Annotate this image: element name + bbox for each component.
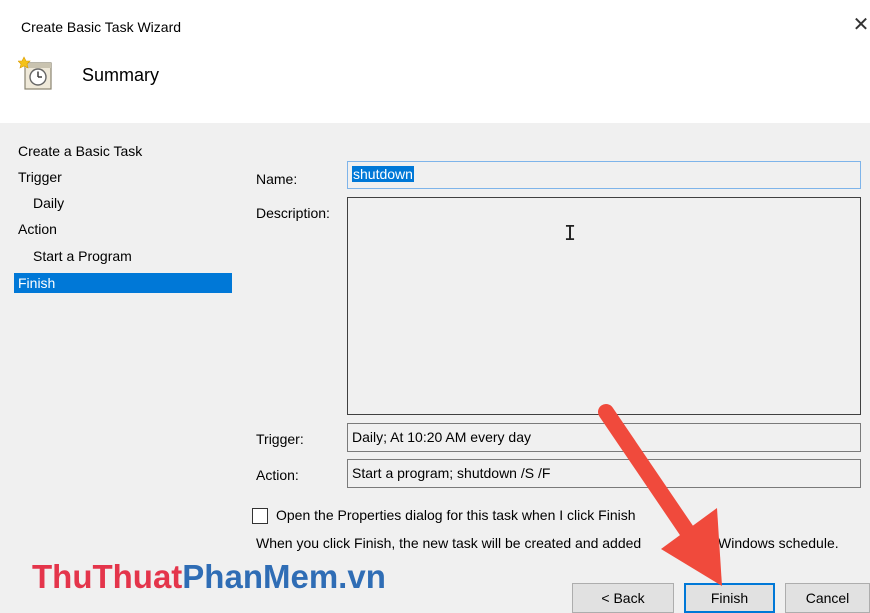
watermark-part2: PhanMem xyxy=(182,558,339,595)
name-field[interactable]: shutdown xyxy=(347,161,861,189)
finish-info-text: When you click Finish, the new task will… xyxy=(256,535,642,551)
open-properties-checkbox[interactable] xyxy=(252,508,268,524)
step-start-a-program[interactable]: Start a Program xyxy=(33,246,132,266)
page-title: Summary xyxy=(82,65,160,85)
step-daily[interactable]: Daily xyxy=(33,193,64,213)
header-separator xyxy=(0,123,870,140)
watermark-part3: .vn xyxy=(338,558,386,595)
description-field[interactable] xyxy=(347,197,861,415)
step-trigger[interactable]: Trigger xyxy=(18,167,62,187)
name-label: Name: xyxy=(256,171,298,187)
watermark-logo: ThuThuatPhanMem.vn xyxy=(32,558,386,596)
trigger-field: Daily; At 10:20 AM every day xyxy=(347,423,861,452)
text-cursor-icon: Ι xyxy=(564,221,577,245)
finish-button[interactable]: Finish xyxy=(684,583,775,613)
name-value: shutdown xyxy=(352,166,414,182)
description-label: Description: xyxy=(256,205,330,221)
task-clock-icon xyxy=(17,55,56,93)
step-action[interactable]: Action xyxy=(18,219,57,239)
action-label: Action: xyxy=(256,467,299,483)
finish-info-text-tail: Windows schedule. xyxy=(718,535,839,551)
action-field: Start a program; shutdown /S /F xyxy=(347,459,861,488)
trigger-label: Trigger: xyxy=(256,431,304,447)
back-button[interactable]: < Back xyxy=(572,583,674,613)
step-finish[interactable]: Finish xyxy=(14,273,232,293)
close-button[interactable]: ✕ xyxy=(850,14,870,36)
open-properties-label[interactable]: Open the Properties dialog for this task… xyxy=(276,507,636,523)
step-create-basic-task[interactable]: Create a Basic Task xyxy=(18,141,142,161)
cancel-button[interactable]: Cancel xyxy=(785,583,870,613)
watermark-part1: ThuThuat xyxy=(32,558,183,595)
window-title: Create Basic Task Wizard xyxy=(21,19,182,35)
